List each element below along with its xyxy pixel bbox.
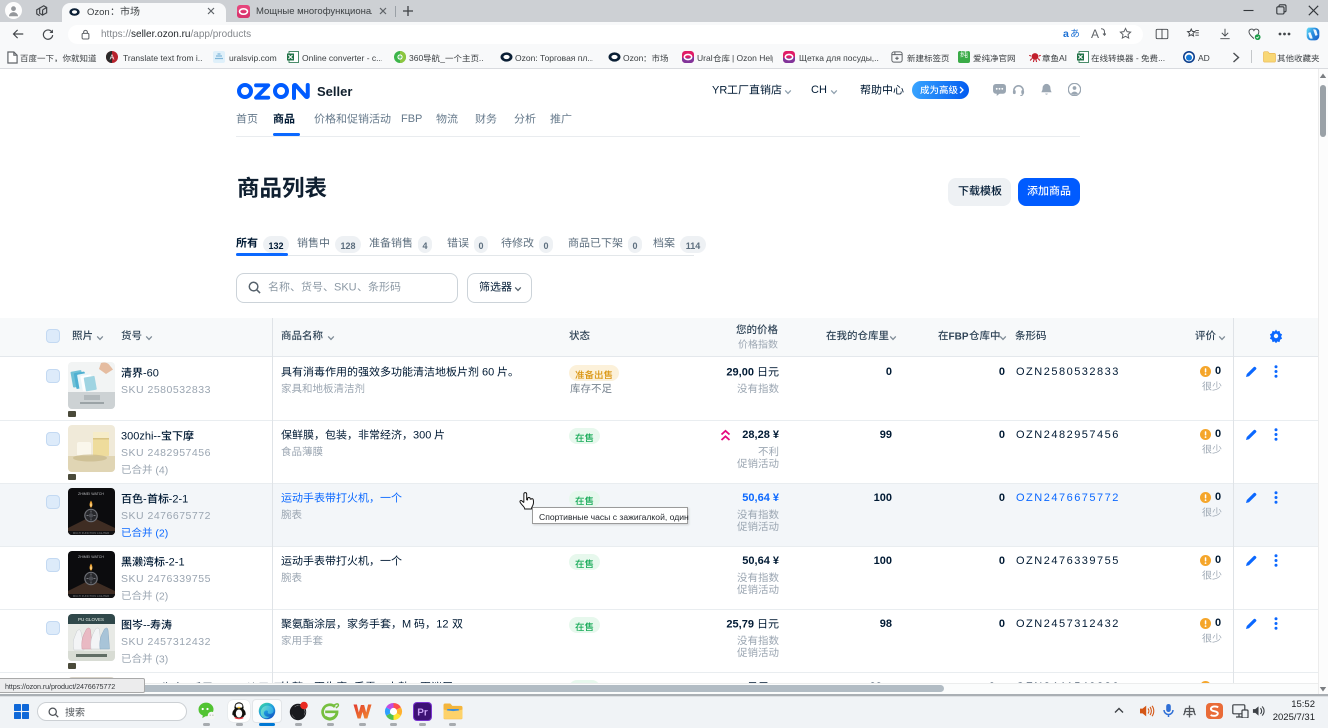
- svg-text:PU GLOVES: PU GLOVES: [78, 617, 104, 622]
- svg-text:A: A: [110, 55, 115, 62]
- svg-text:ZHIMEI WATCH: ZHIMEI WATCH: [78, 555, 104, 559]
- svg-text:Pr: Pr: [417, 708, 428, 719]
- svg-text:ZHIMEI WATCH: ZHIMEI WATCH: [78, 492, 104, 496]
- svg-text:MULTI FUNCTION LIGHTER: MULTI FUNCTION LIGHTER: [73, 531, 109, 535]
- svg-text:MULTI FUNCTION LIGHTER: MULTI FUNCTION LIGHTER: [73, 594, 109, 598]
